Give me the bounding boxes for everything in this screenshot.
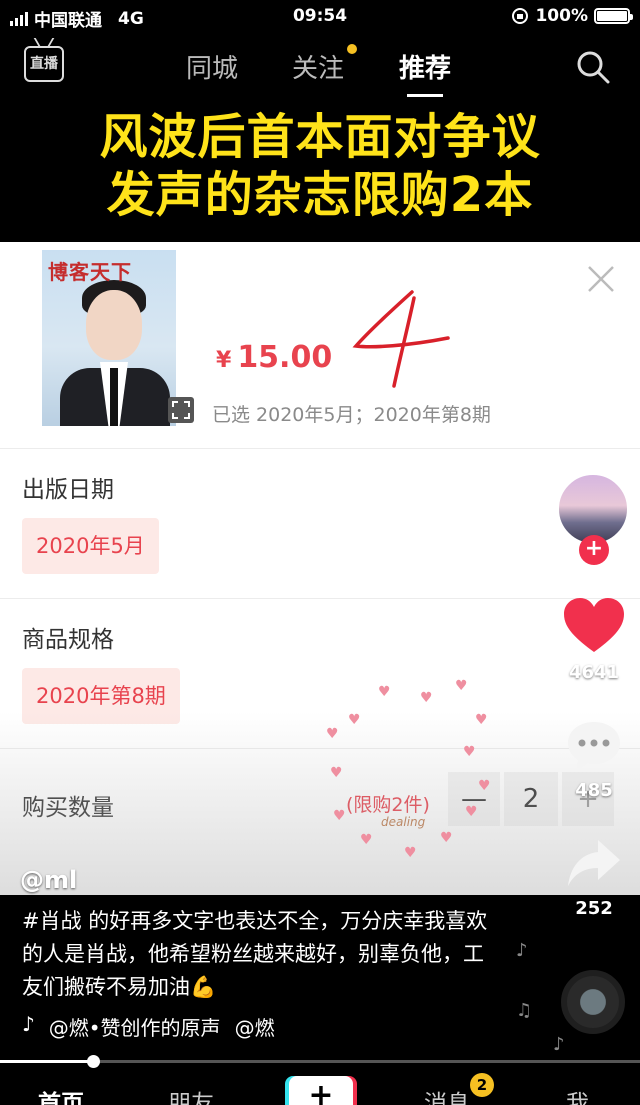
music-note-icon: ♪	[516, 940, 528, 961]
tab-following[interactable]: 关注	[292, 48, 344, 85]
music-icon: ♪	[22, 1012, 35, 1036]
like-count: 4641	[568, 662, 620, 683]
tab-recommended[interactable]: 推荐	[399, 48, 451, 97]
comment-count: 485	[575, 780, 613, 801]
music-note-icon: ♪	[553, 1034, 565, 1055]
music-title: @燃•赞创作的原声	[48, 1016, 221, 1040]
price-value: 15.00	[237, 340, 333, 375]
bottom-nav: 首页 朋友 + 消息 2 我	[0, 1070, 640, 1105]
battery-percent: 100%	[535, 6, 588, 26]
share-icon[interactable]	[566, 838, 622, 888]
close-icon[interactable]	[586, 264, 616, 294]
progress-handle[interactable]	[86, 1055, 100, 1068]
top-nav: 直播 同城 关注 推荐	[0, 40, 640, 97]
selected-options: 已选 2020年5月；2020年第8期	[212, 404, 491, 426]
music-note-icon: ♫	[516, 1000, 533, 1021]
quantity-value[interactable]: 2	[504, 772, 558, 826]
purchase-limit: (限购2件)	[346, 794, 430, 816]
author-handle[interactable]: @ml	[20, 866, 77, 894]
share-count: 252	[575, 898, 613, 919]
spec-label: 商品规格	[22, 627, 114, 653]
following-dot	[347, 44, 357, 54]
nav-friends[interactable]: 朋友	[168, 1084, 214, 1105]
live-icon[interactable]: 直播	[24, 46, 64, 82]
price-currency: ¥	[216, 348, 232, 373]
video-caption: #肖战 的好再多文字也表达不全，万分庆幸我喜欢的人是肖战，他希望粉丝越来越好，别…	[22, 909, 488, 999]
video-progress-bar[interactable]	[0, 1055, 640, 1068]
orientation-lock-icon	[512, 8, 529, 24]
expand-icon[interactable]	[168, 397, 194, 423]
price: ¥15.00	[216, 340, 332, 375]
add-video-button[interactable]: +	[289, 1076, 353, 1105]
like-heart-icon[interactable]	[564, 598, 624, 654]
magazine-title: 博客天下	[48, 260, 132, 284]
quantity-label: 购买数量	[22, 795, 114, 821]
spec-option[interactable]: 2020年第8期	[22, 668, 180, 724]
comment-icon[interactable]	[566, 718, 622, 774]
divider	[0, 598, 640, 599]
magazine-cover: 博客天下	[42, 250, 176, 426]
video-headline: 风波后首本面对争议 发声的杂志限购2本	[0, 108, 640, 224]
battery-icon	[594, 8, 633, 24]
status-bar: 中国联通 4G 09:54 100%	[0, 0, 640, 34]
divider	[0, 748, 640, 749]
divider	[0, 448, 640, 449]
product-sheet: 博客天下 ¥15.00 已选 2020年5月；2020年第8期 出版日期 202…	[0, 242, 640, 895]
nav-messages[interactable]: 消息	[424, 1084, 470, 1105]
messages-badge: 2	[470, 1073, 494, 1097]
handwritten-annotation	[352, 290, 450, 388]
nav-me[interactable]: 我	[566, 1084, 589, 1105]
search-icon[interactable]	[576, 50, 610, 84]
headline-line-1: 风波后首本面对争议	[99, 109, 541, 165]
signature: dealing	[381, 815, 426, 829]
publish-date-option[interactable]: 2020年5月	[22, 518, 159, 574]
tab-local[interactable]: 同城	[186, 48, 238, 85]
music-row[interactable]: ♪ @燃•赞创作的原声 @燃	[22, 1012, 352, 1041]
music-title-repeat: @燃	[234, 1016, 275, 1040]
headline-line-2: 发声的杂志限购2本	[106, 167, 534, 223]
follow-button[interactable]: +	[579, 535, 609, 565]
nav-home[interactable]: 首页	[38, 1084, 84, 1105]
music-disc[interactable]	[561, 970, 625, 1034]
progress-fill	[0, 1060, 93, 1063]
publish-date-label: 出版日期	[22, 477, 114, 503]
